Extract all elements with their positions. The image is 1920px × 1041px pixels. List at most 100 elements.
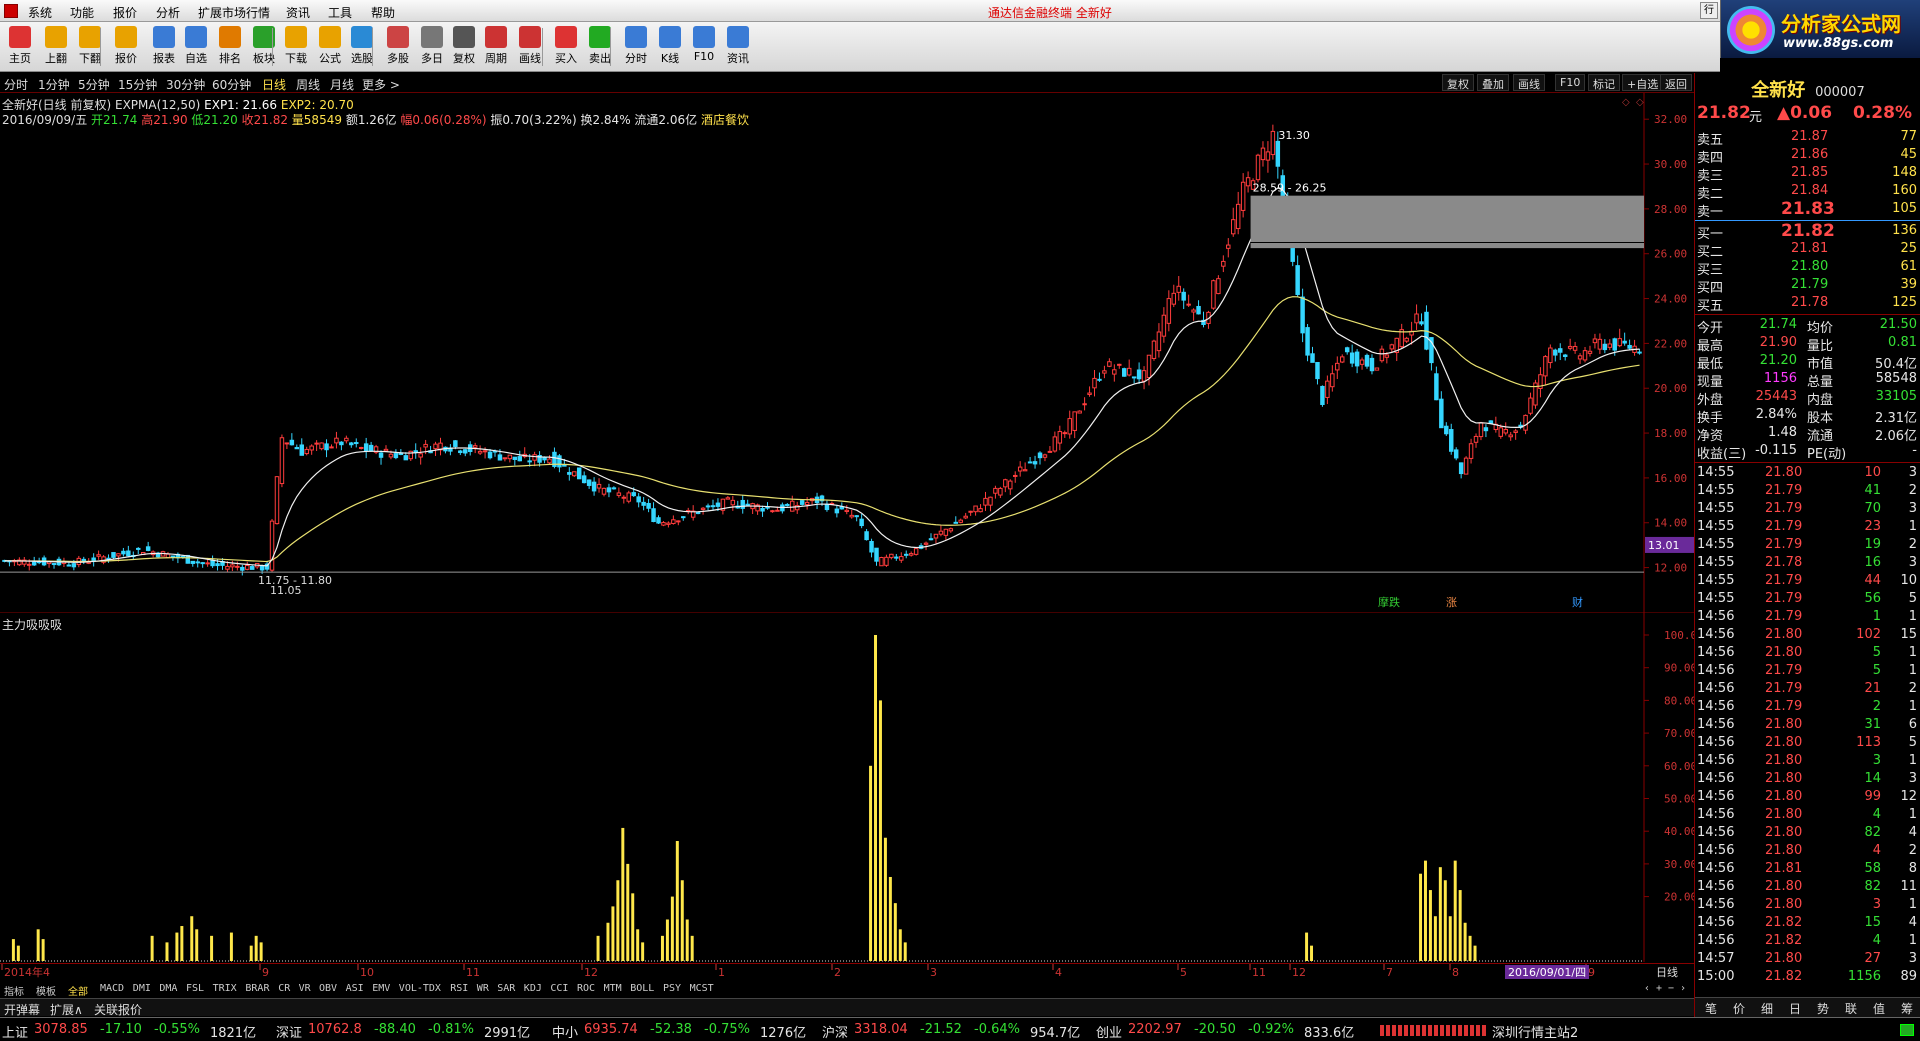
menu-item-system[interactable]: 系统 bbox=[28, 4, 52, 21]
chart-control-0[interactable]: 复权 bbox=[1442, 74, 1474, 91]
indicator-tab-4[interactable]: DMI bbox=[133, 983, 151, 994]
period-7[interactable]: 周线 bbox=[296, 76, 320, 93]
toolbar-button-19[interactable]: K线 bbox=[652, 26, 688, 70]
period-6[interactable]: 日线 bbox=[262, 76, 286, 93]
indicator-tab-16[interactable]: WR bbox=[477, 983, 489, 994]
event-marker[interactable]: 摩跌 bbox=[1378, 595, 1400, 609]
indicator-tab-7[interactable]: TRIX bbox=[213, 983, 237, 994]
chart-control-2[interactable]: 画线 bbox=[1513, 74, 1545, 91]
period-4[interactable]: 30分钟 bbox=[166, 76, 205, 93]
scroll-icon[interactable]: ‹ bbox=[1644, 983, 1650, 994]
index-name-0[interactable]: 上证 bbox=[2, 1022, 28, 1041]
indicator-tab-11[interactable]: OBV bbox=[319, 983, 337, 994]
period-2[interactable]: 5分钟 bbox=[78, 76, 110, 93]
menu-item-ext-market[interactable]: 扩展市场行情 bbox=[198, 4, 270, 21]
toolbar-button-1[interactable]: 上翻 bbox=[38, 26, 74, 70]
quote-tab-0[interactable]: 笔 bbox=[1705, 1000, 1717, 1017]
index-name-4[interactable]: 创业 bbox=[1096, 1022, 1122, 1041]
menu-item-analysis[interactable]: 分析 bbox=[156, 4, 180, 21]
chart-control-5[interactable]: +自选 bbox=[1622, 74, 1664, 91]
index-name-2[interactable]: 中小 bbox=[552, 1022, 578, 1041]
indicator-tab-20[interactable]: ROC bbox=[577, 983, 595, 994]
toolbar-button-9[interactable]: 公式 bbox=[312, 26, 348, 70]
toolbar-button-7[interactable]: 板块 bbox=[246, 26, 282, 70]
indicator-tab-8[interactable]: BRAR bbox=[245, 983, 269, 994]
quote-tab-4[interactable]: 势 bbox=[1817, 1000, 1829, 1017]
chart-control-4[interactable]: 标记 bbox=[1588, 74, 1620, 91]
quote-tab-6[interactable]: 值 bbox=[1873, 1000, 1885, 1017]
index-name-1[interactable]: 深证 bbox=[276, 1022, 302, 1041]
related-quote-button[interactable]: 关联报价 bbox=[94, 1001, 142, 1018]
period-8[interactable]: 月线 bbox=[330, 76, 354, 93]
indicator-tab-18[interactable]: KDJ bbox=[524, 983, 542, 994]
toolbar-button-16[interactable]: 买入 bbox=[548, 26, 584, 70]
toolbar-button-18[interactable]: 分时 bbox=[618, 26, 654, 70]
indicator-tab-10[interactable]: VR bbox=[299, 983, 311, 994]
toolbar-button-11[interactable]: 多股 bbox=[380, 26, 416, 70]
indicator-tab-23[interactable]: PSY bbox=[663, 983, 681, 994]
quote-tab-2[interactable]: 细 bbox=[1761, 1000, 1773, 1017]
menu-item-news[interactable]: 资讯 bbox=[286, 4, 310, 21]
scroll-icon[interactable]: − bbox=[1668, 983, 1674, 994]
toolbar-button-3[interactable]: 报价 bbox=[108, 26, 144, 70]
indicator-tab-21[interactable]: MTM bbox=[604, 983, 622, 994]
indicator-tab-6[interactable]: FSL bbox=[186, 983, 204, 994]
menu-item-quote[interactable]: 报价 bbox=[113, 4, 137, 21]
index-name-3[interactable]: 沪深 bbox=[822, 1022, 848, 1041]
quote-tab-7[interactable]: 筹 bbox=[1901, 1000, 1913, 1017]
period-5[interactable]: 60分钟 bbox=[212, 76, 251, 93]
toolbar-button-13[interactable]: 复权 bbox=[446, 26, 482, 70]
menu-item-function[interactable]: 功能 bbox=[70, 4, 94, 21]
indicator-tab-15[interactable]: RSI bbox=[450, 983, 468, 994]
event-marker[interactable]: 财 bbox=[1572, 595, 1583, 609]
indicator-tab-3[interactable]: MACD bbox=[100, 983, 124, 994]
toolbar-button-6[interactable]: 排名 bbox=[212, 26, 248, 70]
server-status[interactable]: 深圳行情主站2 bbox=[1492, 1022, 1578, 1041]
chart-control-3[interactable]: F10 bbox=[1555, 74, 1586, 91]
indicator-tab-19[interactable]: CCI bbox=[550, 983, 568, 994]
toolbar-button-5[interactable]: 自选 bbox=[178, 26, 214, 70]
indicator-tab-1[interactable]: 模板 bbox=[36, 983, 56, 998]
chart-control-6[interactable]: 返回 bbox=[1660, 74, 1692, 91]
period-0[interactable]: 分时 bbox=[4, 76, 28, 93]
indicator-tab-9[interactable]: CR bbox=[278, 983, 290, 994]
toolbar-button-17[interactable]: 卖出 bbox=[582, 26, 618, 70]
ad-banner[interactable]: 分析家公式网 www.88gs.com bbox=[1720, 0, 1920, 58]
indicator-tab-24[interactable]: MCST bbox=[690, 983, 714, 994]
indicator-tab-0[interactable]: 指标 bbox=[4, 983, 24, 998]
period-3[interactable]: 15分钟 bbox=[118, 76, 157, 93]
toolbar-button-2[interactable]: 下翻 bbox=[72, 26, 108, 70]
menu-item-help[interactable]: 帮助 bbox=[371, 4, 395, 21]
quote-tab-5[interactable]: 联 bbox=[1845, 1000, 1857, 1017]
toolbar-button-4[interactable]: 报表 bbox=[146, 26, 182, 70]
scroll-icon[interactable]: + bbox=[1656, 983, 1662, 994]
indicator-tab-2[interactable]: 全部 bbox=[68, 983, 88, 998]
toolbar-button-14[interactable]: 周期 bbox=[478, 26, 514, 70]
expand-button[interactable]: 扩展∧ bbox=[50, 1001, 83, 1018]
event-marker[interactable]: 涨 bbox=[1446, 596, 1457, 609]
indicator-tab-13[interactable]: EMV bbox=[372, 983, 390, 994]
kline-chart[interactable]: 32.00 30.00 28.00 26.00 24.00 22.00 20.00 18.00… bbox=[0, 93, 1694, 613]
indicator-tab-14[interactable]: VOL-TDX bbox=[399, 983, 441, 994]
toolbar-button-10[interactable]: 选股 bbox=[344, 26, 380, 70]
period-9[interactable]: 更多 > bbox=[362, 76, 400, 93]
period-1[interactable]: 1分钟 bbox=[38, 76, 70, 93]
indicator-tab-22[interactable]: BOLL bbox=[630, 983, 654, 994]
quote-tab-3[interactable]: 日 bbox=[1789, 1000, 1801, 1017]
scroll-icon[interactable]: › bbox=[1680, 983, 1686, 994]
indicator-tab-5[interactable]: DMA bbox=[159, 983, 177, 994]
indicator-tab-17[interactable]: SAR bbox=[497, 983, 515, 994]
info-industry[interactable]: 酒店餐饮 bbox=[701, 113, 749, 127]
window-button[interactable]: 行 bbox=[1700, 2, 1718, 19]
toolbar-button-12[interactable]: 多日 bbox=[414, 26, 450, 70]
indicator-chart[interactable]: 100.00 90.00 80.00 70.00 60.00 50.00 40.00 30.0… bbox=[0, 613, 1694, 962]
menu-item-tools[interactable]: 工具 bbox=[328, 4, 352, 21]
toolbar-button-8[interactable]: 下载 bbox=[278, 26, 314, 70]
toolbar-button-20[interactable]: F10 bbox=[686, 26, 722, 70]
toolbar-button-21[interactable]: 资讯 bbox=[720, 26, 756, 70]
indicator-tab-12[interactable]: ASI bbox=[346, 983, 364, 994]
quote-tab-1[interactable]: 价 bbox=[1733, 1000, 1745, 1017]
toolbar-button-0[interactable]: 主页 bbox=[2, 26, 38, 70]
chart-control-1[interactable]: 叠加 bbox=[1477, 74, 1509, 91]
danmu-button[interactable]: 开弹幕 bbox=[4, 1001, 40, 1018]
